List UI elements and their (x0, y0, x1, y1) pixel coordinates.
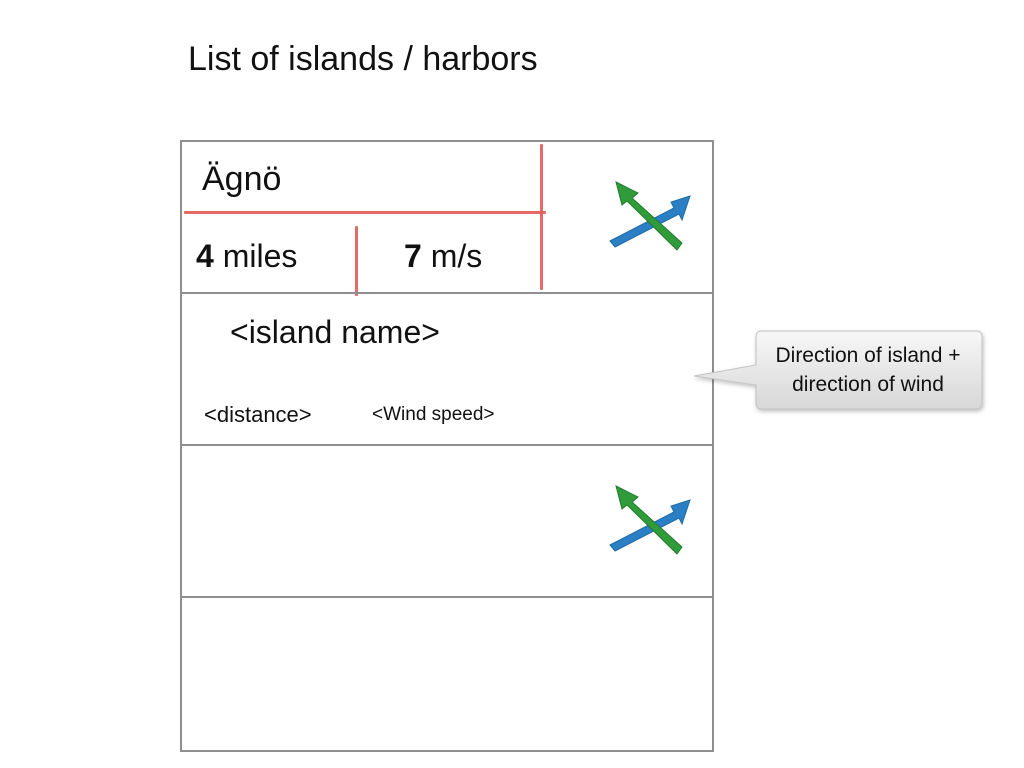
annotation-line-vertical-right (540, 144, 543, 290)
callout-line-1: Direction of island + (775, 344, 961, 367)
wind-value: 7 (404, 238, 422, 274)
wind-speed: 7 m/s (404, 238, 482, 275)
distance-value: 4 (196, 238, 214, 274)
annotation-line-horizontal (184, 211, 546, 214)
annotation-line-vertical-middle (355, 226, 358, 296)
list-item-empty[interactable] (182, 444, 712, 598)
distance-placeholder: <distance> (204, 402, 312, 427)
wireframe-canvas: List of islands / harbors Ägnö 4 miles 7… (0, 0, 1024, 768)
island-name: Ägnö (202, 160, 282, 198)
list-item-template[interactable]: <island name> <distance> <Wind speed> (182, 292, 712, 555)
distance-unit: miles (213, 238, 298, 274)
island-distance: 4 miles (196, 238, 297, 275)
list-item-agno[interactable]: Ägnö 4 miles 7 m/s (182, 142, 712, 296)
island-name-placeholder: <island name> (230, 314, 440, 350)
callout-text: Direction of island + direction of wind (756, 341, 980, 399)
list-item-empty[interactable] (182, 596, 712, 750)
islands-list: Ägnö 4 miles 7 m/s <island name> <distan… (180, 140, 714, 752)
callout-line-2: direction of wind (792, 373, 944, 396)
wind-speed-placeholder: <Wind speed> (372, 404, 495, 425)
wind-unit: m/s (421, 238, 483, 274)
direction-arrows-icon (609, 181, 691, 251)
page-title: List of islands / harbors (188, 40, 538, 78)
